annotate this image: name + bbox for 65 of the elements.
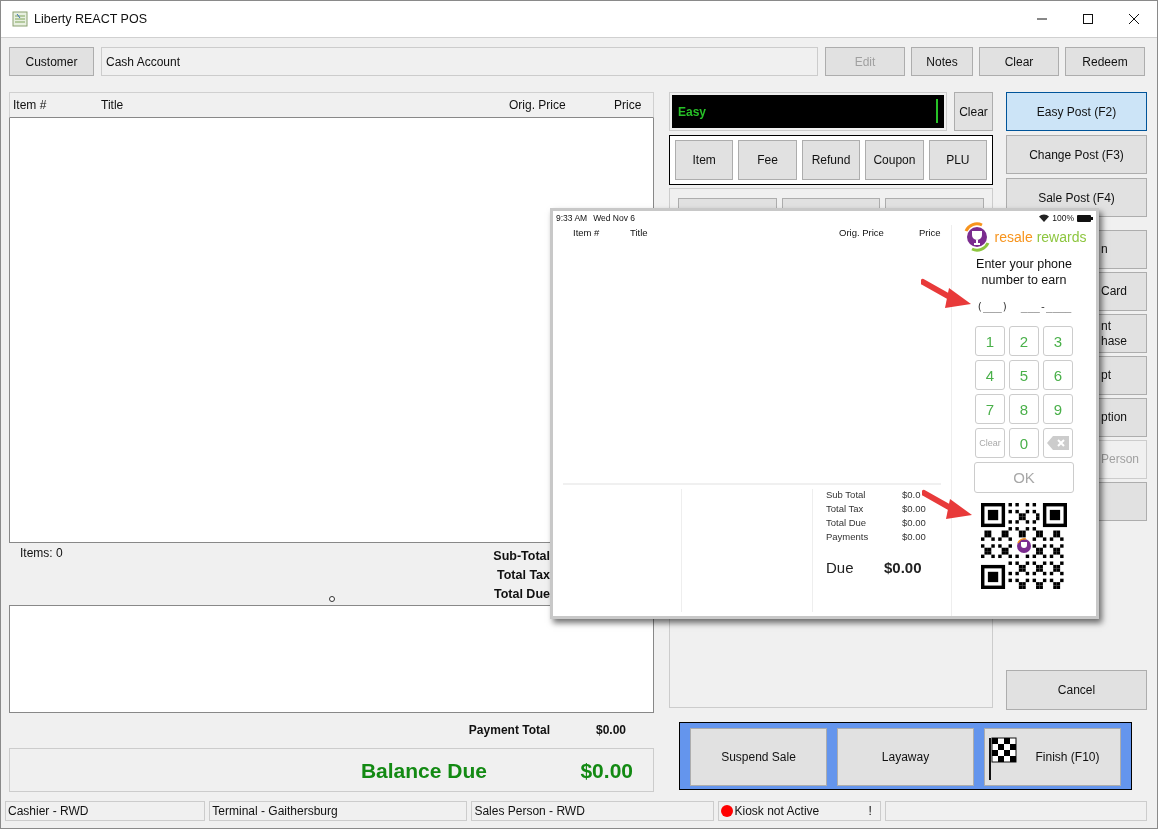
battery-icon — [1077, 214, 1093, 222]
total-label: Total Tax — [497, 567, 550, 584]
status-panel: Cashier - RWD — [5, 801, 206, 821]
status-date: Wed Nov 6 — [593, 213, 636, 223]
total-label: Total Tax — [826, 503, 865, 514]
status-text: Kiosk not Active — [734, 804, 820, 818]
text-cursor — [936, 99, 938, 123]
phone-prompt: Enter your phone number to earn — [975, 256, 1073, 288]
window-title: Liberty REACT POS — [34, 12, 147, 26]
column-header: Orig. Price — [509, 98, 566, 112]
splitter-handle[interactable] — [329, 596, 335, 602]
due-value: $0.00 — [884, 559, 922, 576]
maximize-icon — [1083, 14, 1093, 24]
balance-due-value: $0.00 — [580, 759, 633, 783]
column-header: Item # — [13, 98, 47, 112]
total-value: $0.00 — [902, 531, 927, 542]
account-field[interactable]: Cash Account — [101, 47, 818, 76]
wifi-icon — [1039, 214, 1050, 222]
brand-name: resale — [994, 229, 1033, 245]
entry-field[interactable]: Easy — [669, 92, 947, 131]
entry-type-button[interactable]: Refund — [801, 140, 861, 180]
payment-total-value: $0.00 — [595, 723, 626, 737]
total-label: Total Due — [826, 517, 868, 528]
checkered-flag-icon — [988, 736, 1018, 780]
column-header: Price — [614, 98, 642, 112]
entry-type-button[interactable]: Item — [675, 140, 734, 180]
entry-type-button[interactable]: PLU — [928, 140, 988, 180]
action-button[interactable]: Suspend Sale — [690, 728, 827, 786]
app-icon — [12, 11, 28, 27]
action-button[interactable]: Finish (F10) — [984, 728, 1121, 786]
column-header: Title — [630, 227, 648, 238]
items-count: Items: 0 — [20, 546, 63, 560]
column-header: Item # — [573, 227, 600, 238]
total-label: Payments — [826, 531, 870, 542]
customer-button[interactable]: Customer — [9, 47, 94, 76]
close-icon — [1129, 14, 1139, 24]
total-label: Sub-Total — [493, 548, 550, 565]
post-mode-button[interactable]: Easy Post (F2) — [1006, 92, 1147, 131]
clear-button[interactable]: Clear — [954, 92, 993, 131]
entry-type-button[interactable]: Coupon — [865, 140, 924, 180]
due-label: Due — [826, 559, 855, 576]
total-value: $0.00 — [902, 517, 927, 528]
status-panel: Terminal - Gaithersburg — [209, 801, 468, 821]
toolbar-button[interactable]: Clear — [979, 47, 1059, 76]
pointer-arrow — [921, 278, 973, 310]
backspace-icon — [1047, 436, 1069, 450]
action-button[interactable]: Layaway — [837, 728, 974, 786]
post-mode-button[interactable]: Change Post (F3) — [1006, 135, 1147, 174]
warning-mark: ! — [868, 804, 872, 818]
balance-due-label: Balance Due — [360, 759, 487, 783]
total-value: $0.00 — [902, 503, 927, 514]
toolbar-button[interactable]: Redeem — [1065, 47, 1145, 76]
column-header: Title — [101, 98, 124, 112]
entry-type-button[interactable]: Fee — [738, 140, 797, 180]
column-header: Orig. Price — [839, 227, 884, 238]
total-label: Total Due — [493, 586, 550, 603]
status-panel: Sales Person - RWD — [471, 801, 714, 821]
payment-total-label: Payment Total — [468, 723, 550, 737]
total-value: $0.0 — [902, 489, 922, 500]
total-label: Sub Total — [826, 489, 867, 500]
column-header: Price — [919, 227, 941, 238]
brand-name: rewards — [1036, 229, 1087, 245]
toolbar-button[interactable]: Notes — [911, 47, 973, 76]
status-time: 9:33 AM — [556, 213, 588, 223]
cancel-button[interactable]: Cancel — [1006, 670, 1147, 710]
